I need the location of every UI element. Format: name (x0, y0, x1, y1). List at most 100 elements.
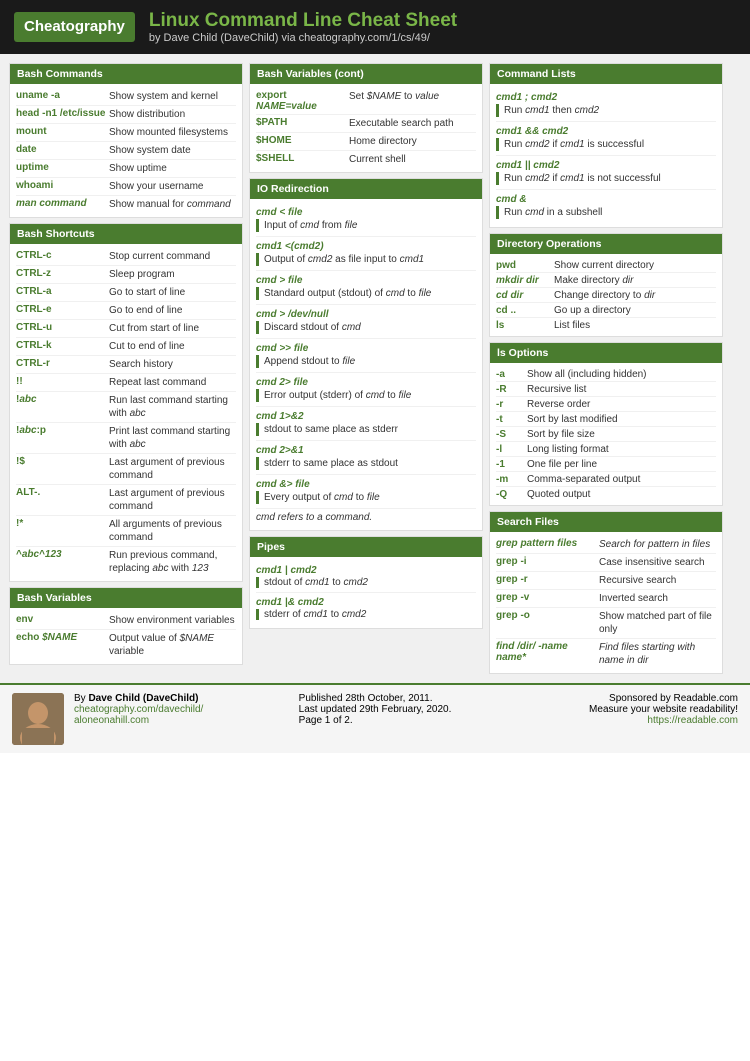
io-desc: stdout to same place as stderr (256, 423, 476, 436)
io-desc: Input of cmd from file (256, 219, 476, 232)
logo: Cheatography (14, 12, 135, 42)
column-1: Bash Commands uname -a Show system and k… (6, 60, 246, 677)
cmd-desc: Show your username (109, 180, 236, 193)
search-desc: Search for pattern in files (599, 538, 716, 551)
dir-desc: Make directory dir (554, 275, 716, 286)
io-cmd: cmd1 <(cmd2) (256, 239, 476, 253)
cmd-key: !! (16, 376, 106, 387)
table-row: -1 One file per line (496, 457, 716, 472)
cmd-list-cmd: cmd1 ; cmd2 (496, 90, 716, 104)
footer-updated: Last updated 29th February, 2020. (299, 704, 514, 715)
table-row: export NAME=value Set $NAME to value (256, 88, 476, 115)
table-row: cd dir Change directory to dir (496, 288, 716, 303)
table-row: $SHELL Current shell (256, 151, 476, 168)
cmd-list-block: cmd1 && cmd2 Run cmd2 if cmd1 is success… (496, 122, 716, 156)
cmd-desc: Run previous command, replacing abc with… (109, 549, 236, 575)
bash-commands-header: Bash Commands (10, 64, 242, 84)
pipe-block: cmd1 |& cmd2 stderr of cmd1 to cmd2 (256, 593, 476, 624)
cmd-list-cmd: cmd1 && cmd2 (496, 124, 716, 138)
cmd-key: CTRL-r (16, 358, 106, 369)
table-row: !* All arguments of previous command (16, 516, 236, 547)
bash-variables-cont-header: Bash Variables (cont) (250, 64, 482, 84)
io-redirection-section: IO Redirection cmd < file Input of cmd f… (249, 178, 483, 531)
io-cmd: cmd 1>&2 (256, 409, 476, 423)
cmd-desc: Print last command starting with abc (109, 425, 236, 451)
footer-sponsor-link[interactable]: https://readable.com (647, 715, 738, 726)
search-desc: Inverted search (599, 592, 716, 605)
directory-operations-body: pwd Show current directory mkdir dir Mak… (490, 254, 722, 336)
dir-key: ls (496, 320, 551, 331)
cmd-key: date (16, 144, 106, 155)
cmd-key: man command (16, 198, 106, 209)
table-row: find /dir/ -name name* Find files starti… (496, 639, 716, 669)
footer-alt-link[interactable]: aloneonahill.com (74, 715, 149, 726)
cmd-list-desc: Run cmd2 if cmd1 is not successful (496, 172, 716, 185)
cmd-key: CTRL-e (16, 304, 106, 315)
ls-key: -Q (496, 489, 524, 500)
table-row: CTRL-r Search history (16, 356, 236, 374)
bash-commands-section: Bash Commands uname -a Show system and k… (9, 63, 243, 218)
table-row: cd .. Go up a directory (496, 303, 716, 318)
page-subtitle: by Dave Child (DaveChild) via cheatograp… (149, 32, 457, 44)
io-cmd: cmd 2>&1 (256, 443, 476, 457)
table-row: whoami Show your username (16, 178, 236, 196)
table-row: grep -o Show matched part of file only (496, 608, 716, 639)
ls-options-header: ls Options (490, 343, 722, 363)
cmd-list-desc: Run cmd in a subshell (496, 206, 716, 219)
cmd-desc: Last argument of previous command (109, 456, 236, 482)
cmd-list-cmd: cmd & (496, 192, 716, 206)
cmd-key: CTRL-c (16, 250, 106, 261)
cmd-desc: Show distribution (109, 108, 236, 121)
author-name: Dave Child (DaveChild) (88, 693, 198, 704)
pipes-section: Pipes cmd1 | cmd2 stdout of cmd1 to cmd2… (249, 536, 483, 629)
cmd-key: head -n1 /etc/issue (16, 108, 106, 119)
cmd-desc: Executable search path (349, 117, 476, 130)
footer-author-link[interactable]: cheatography.com/davechild/ (74, 704, 203, 715)
io-redirection-header: IO Redirection (250, 179, 482, 199)
footer-page: Page 1 of 2. (299, 715, 514, 726)
io-desc: Every output of cmd to file (256, 491, 476, 504)
ls-key: -r (496, 399, 524, 410)
table-row: !abc Run last command starting with abc (16, 392, 236, 423)
table-row: head -n1 /etc/issue Show distribution (16, 106, 236, 124)
io-redirection-body: cmd < file Input of cmd from file cmd1 <… (250, 199, 482, 530)
ls-key: -1 (496, 459, 524, 470)
io-block: cmd > file Standard output (stdout) of c… (256, 271, 476, 305)
io-block: cmd 1>&2 stdout to same place as stderr (256, 407, 476, 441)
io-block: cmd1 <(cmd2) Output of cmd2 as file inpu… (256, 237, 476, 271)
cmd-list-desc: Run cmd2 if cmd1 is successful (496, 138, 716, 151)
cmd-list-cmd: cmd1 || cmd2 (496, 158, 716, 172)
ls-key: -R (496, 384, 524, 395)
table-row: -S Sort by file size (496, 427, 716, 442)
io-cmd: cmd > /dev/null (256, 307, 476, 321)
io-cmd: cmd &> file (256, 477, 476, 491)
table-row: CTRL-a Go to start of line (16, 284, 236, 302)
io-desc: stderr to same place as stdout (256, 457, 476, 470)
table-row: date Show system date (16, 142, 236, 160)
bash-variables-cont-section: Bash Variables (cont) export NAME=value … (249, 63, 483, 173)
cmd-key: ^abc^123 (16, 549, 106, 560)
search-desc: Recursive search (599, 574, 716, 587)
search-key: grep -v (496, 592, 596, 603)
cmd-key: CTRL-u (16, 322, 106, 333)
ls-desc: Show all (including hidden) (527, 369, 716, 380)
bash-variables-header: Bash Variables (10, 588, 242, 608)
table-row: mount Show mounted filesystems (16, 124, 236, 142)
column-3: Command Lists cmd1 ; cmd2 Run cmd1 then … (486, 60, 726, 677)
footer-author-url: cheatography.com/davechild/ (74, 704, 289, 715)
page-footer: By Dave Child (DaveChild) cheatography.c… (0, 683, 750, 753)
io-desc: Discard stdout of cmd (256, 321, 476, 334)
cmd-desc: Set $NAME to value (349, 90, 476, 103)
ls-desc: Reverse order (527, 399, 716, 410)
cmd-key: CTRL-k (16, 340, 106, 351)
table-row: mkdir dir Make directory dir (496, 273, 716, 288)
io-desc: Output of cmd2 as file input to cmd1 (256, 253, 476, 266)
table-row: echo $NAME Output value of $NAME variabl… (16, 630, 236, 660)
search-files-section: Search Files grep pattern files Search f… (489, 511, 723, 674)
ls-key: -t (496, 414, 524, 425)
table-row: man command Show manual for command (16, 196, 236, 213)
cmd-key: !abc:p (16, 425, 106, 436)
cmd-desc: All arguments of previous command (109, 518, 236, 544)
dir-desc: Change directory to dir (554, 290, 716, 301)
avatar-image (12, 693, 64, 745)
